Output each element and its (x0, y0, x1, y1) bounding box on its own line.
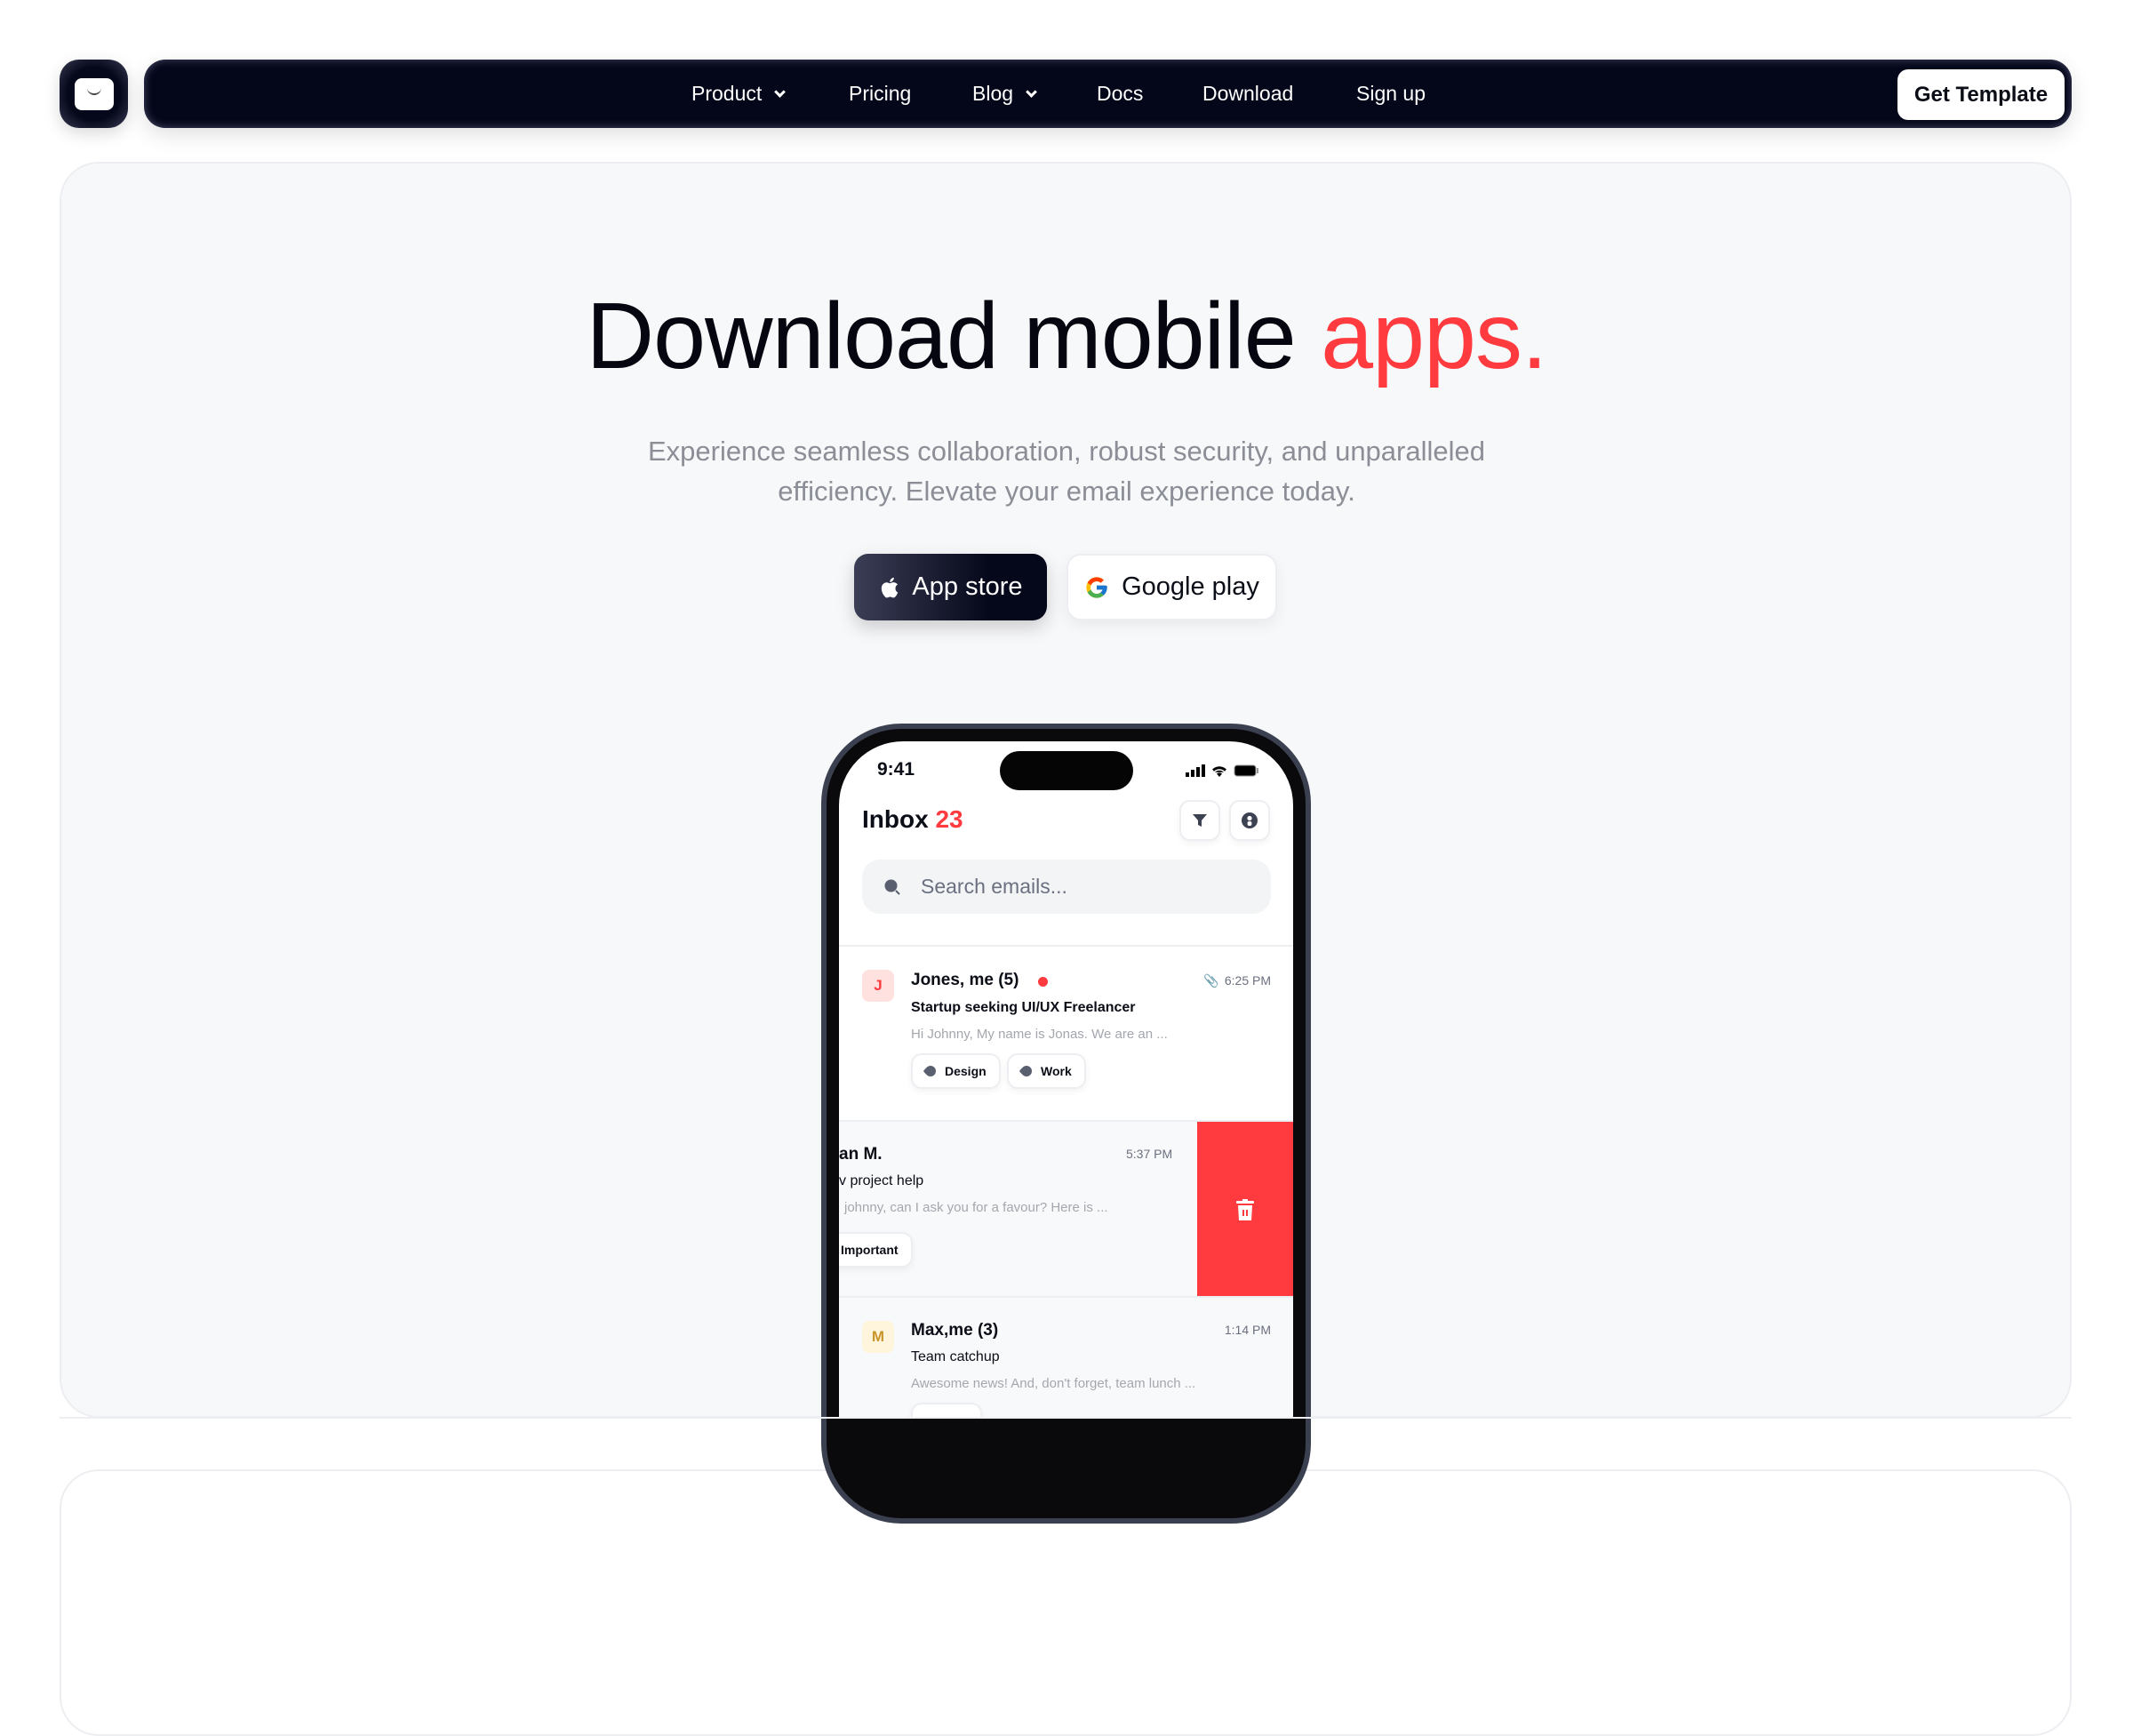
email-subject: v project help (839, 1173, 924, 1188)
nav-download[interactable]: Download (1202, 60, 1293, 128)
nav-label: Product (691, 82, 763, 105)
tag-label: Design (945, 1064, 987, 1078)
email-subject: Startup seeking UI/UX Freelancer (911, 1000, 1136, 1015)
app-store-button[interactable]: App store (854, 554, 1047, 620)
status-time: 9:41 (877, 759, 915, 780)
email-row[interactable]: J Jones, me (5) 📎 6:25 PM Startup seekin… (839, 945, 1293, 1120)
hero-bottom-border (60, 1417, 2072, 1419)
profile-button[interactable] (1229, 800, 1270, 841)
filter-icon (1193, 814, 1207, 827)
signal-icon (1186, 764, 1205, 777)
tag-design[interactable]: Design (911, 1053, 1001, 1089)
logo[interactable] (60, 60, 128, 128)
chevron-down-icon (774, 86, 787, 98)
nav-blog[interactable]: Blog (972, 60, 1037, 128)
sender-name: an M. (839, 1145, 883, 1164)
nav-label: Blog (972, 82, 1014, 105)
google-play-label: Google play (1122, 572, 1259, 601)
search-placeholder: Search emails... (921, 875, 1067, 898)
get-template-button[interactable]: Get Template (1897, 69, 2065, 120)
filter-button[interactable] (1179, 800, 1220, 841)
inbox-label: Inbox (862, 805, 929, 833)
avatar: M (862, 1321, 894, 1353)
user-icon (1242, 812, 1258, 828)
hero-subtitle: Experience seamless collaboration, robus… (0, 431, 2133, 511)
inbox-count: 23 (935, 805, 963, 833)
email-time: 1:14 PM (1224, 1323, 1271, 1337)
subtitle-line: efficiency. Elevate your email experienc… (778, 476, 1355, 507)
apple-icon (882, 577, 899, 597)
google-play-button[interactable]: Google play (1066, 554, 1277, 620)
subtitle-line: Experience seamless collaboration, robus… (647, 436, 1485, 467)
status-icons (1186, 764, 1258, 777)
navbar: Product Pricing Blog Docs Download Sign … (144, 60, 2072, 128)
chevron-down-icon (1026, 86, 1037, 98)
paperclip-icon: 📎 (1203, 973, 1219, 988)
page-title: Download mobile apps. (0, 283, 2133, 390)
nav-pricing[interactable]: Pricing (849, 60, 911, 128)
sender-name: Max,me (3) (911, 1321, 999, 1340)
email-time: 5:37 PM (1126, 1147, 1173, 1161)
nav-sign-up[interactable]: Sign up (1356, 60, 1426, 128)
tag-icon (1019, 1063, 1035, 1079)
app-store-label: App store (912, 572, 1023, 601)
email-row[interactable]: M Max,me (3) 1:14 PM Team catchup Awesom… (839, 1296, 1293, 1418)
nav-product[interactable]: Product (691, 60, 787, 128)
delete-button[interactable] (1197, 1122, 1293, 1298)
email-row-swiped[interactable]: an M. 5:37 PM v project help johnny, can… (839, 1120, 1293, 1298)
sender-name: Jones, me (5) (911, 971, 1019, 989)
wifi-icon (1212, 766, 1226, 777)
tag[interactable] (911, 1403, 982, 1418)
battery-icon (1234, 764, 1258, 777)
email-preview: Awesome news! And, don't forget, team lu… (911, 1376, 1196, 1391)
trash-icon (1236, 1199, 1254, 1220)
email-preview: johnny, can I ask you for a favour? Here… (844, 1200, 1108, 1215)
title-main: Download mobile (586, 284, 1322, 388)
search-icon (884, 879, 900, 895)
google-icon (1086, 576, 1107, 598)
phone-screen: 9:41 Inbox 23 Search emails... J Jones, … (839, 741, 1293, 1418)
tag-icon (923, 1063, 939, 1079)
inbox-title: Inbox 23 (862, 805, 963, 834)
avatar: J (862, 970, 894, 1002)
search-input[interactable]: Search emails... (862, 860, 1271, 914)
tag-work[interactable]: Work (1007, 1053, 1086, 1089)
envelope-icon (74, 77, 114, 110)
title-accent: apps. (1321, 284, 1547, 388)
email-preview: Hi Johnny, My name is Jonas. We are an .… (911, 1027, 1168, 1042)
tag-label: Work (1041, 1064, 1072, 1078)
email-time: 6:25 PM (1224, 973, 1271, 988)
tag-label: Important (841, 1243, 899, 1257)
nav-docs[interactable]: Docs (1097, 60, 1143, 128)
dynamic-island (1000, 751, 1133, 790)
unread-dot (1038, 977, 1048, 987)
email-subject: Team catchup (911, 1349, 1000, 1364)
tag-important[interactable]: Important (839, 1232, 913, 1268)
